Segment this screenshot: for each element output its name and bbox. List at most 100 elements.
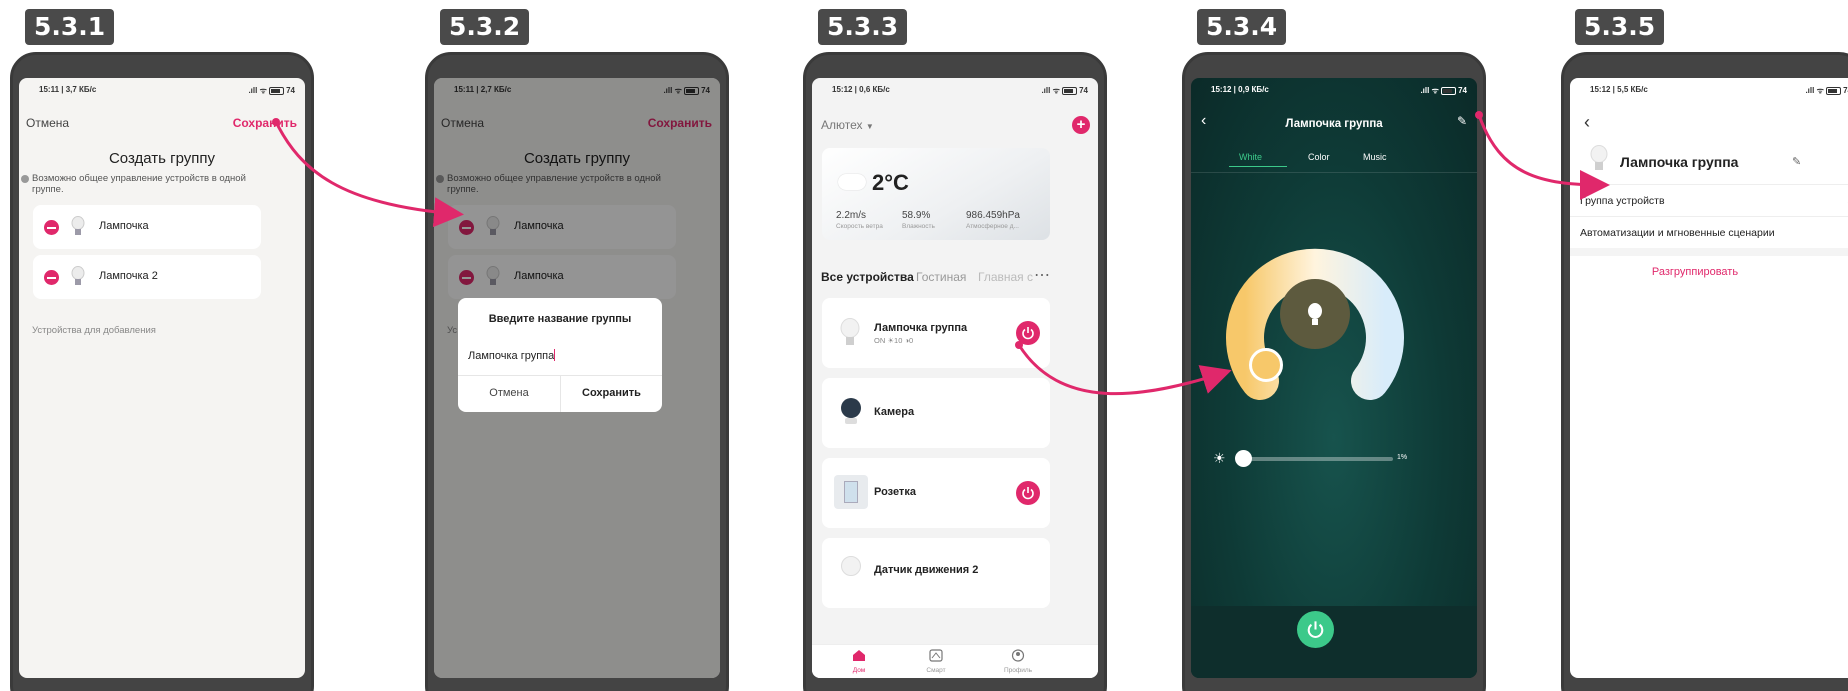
- tab-white[interactable]: White: [1239, 152, 1262, 162]
- humidity-label: Влажность: [902, 223, 935, 230]
- row-automation[interactable]: Автоматизации и мгновенные сценарии ›: [1570, 216, 1848, 248]
- step-badge-1: 5.3.1: [25, 9, 115, 45]
- device-name: Лампочка группа: [874, 322, 968, 334]
- tab-main[interactable]: Главная с: [978, 270, 1033, 284]
- motion-sensor-icon: [841, 556, 861, 576]
- device-row[interactable]: Лампочка: [33, 205, 261, 249]
- info-icon: [21, 175, 29, 183]
- step-badge-5: 5.3.5: [1575, 9, 1665, 45]
- phone-name-dialog: 15:11 | 2,7 КБ/с .ıll ᯤ 74 Отмена Сохран…: [425, 52, 729, 691]
- add-device-button[interactable]: +: [1072, 116, 1090, 134]
- tab-all-devices[interactable]: Все устройства: [821, 270, 914, 284]
- smart-icon: [929, 649, 943, 662]
- cancel-button[interactable]: Отмена: [26, 116, 69, 130]
- brightness-value: 1%: [1397, 454, 1408, 461]
- device-name: Розетка: [874, 486, 916, 498]
- page-title: Создать группу: [108, 150, 216, 167]
- battery-icon: [269, 86, 285, 95]
- chevron-down-icon: ▼: [865, 122, 874, 131]
- tab-living-room[interactable]: Гостиная: [916, 270, 966, 284]
- device-name: Камера: [874, 406, 915, 418]
- phone-lamp-control: 15:12 | 0,9 КБ/с .ıll ᯤ 74 ‹ Лампочка гр…: [1182, 52, 1486, 691]
- humidity-value: 58.9%: [902, 210, 931, 221]
- phone-group-settings: 15:12 | 5,5 КБ/с .ıll ᯤ 74 ‹ Лампочка гр…: [1561, 52, 1848, 691]
- power-button[interactable]: [1016, 481, 1040, 505]
- bulb-icon: [840, 318, 860, 345]
- edit-icon[interactable]: ✎: [1792, 155, 1801, 168]
- cloud-icon: [838, 174, 866, 190]
- camera-icon: [841, 398, 861, 418]
- device-status: ON ☀10 ◑0: [874, 336, 914, 345]
- socket-icon: [834, 475, 868, 509]
- back-icon[interactable]: ‹: [1584, 112, 1590, 133]
- device-card-group[interactable]: Лампочка группа ON ☀10 ◑0: [822, 298, 1050, 368]
- device-name: Датчик движения 2: [874, 564, 979, 576]
- temperature: 2°C: [872, 170, 909, 195]
- save-button[interactable]: Сохранить: [233, 116, 297, 130]
- nav-profile[interactable]: Профиль: [998, 649, 1038, 674]
- ungroup-button[interactable]: Разгруппировать: [1570, 266, 1820, 278]
- dialog-title: Введите название группы: [488, 313, 632, 325]
- screen-lamp-control: 15:12 | 0,9 КБ/с .ıll ᯤ 74 ‹ Лампочка гр…: [1191, 78, 1477, 678]
- bulb-icon: [1590, 145, 1608, 170]
- more-icon[interactable]: ⋯: [1034, 265, 1050, 285]
- device-row[interactable]: Лампочка 2: [33, 255, 261, 299]
- screen-home: 15:12 | 0,6 КБ/с .ıll ᯤ 74 Алютех ▼ + 2°…: [812, 78, 1098, 678]
- step-badge-4: 5.3.4: [1197, 9, 1287, 45]
- status-bar: 15:12 | 0,6 КБ/с .ıll ᯤ 74: [832, 85, 1088, 95]
- device-name: Лампочка 2: [99, 270, 158, 282]
- step-badge-2: 5.3.2: [440, 9, 530, 45]
- row-device-group[interactable]: Группа устройств 2 ›: [1570, 184, 1848, 216]
- remove-icon[interactable]: [44, 220, 59, 235]
- bottom-bar: [1191, 606, 1477, 678]
- bottom-nav: Дом Смарт Профиль: [812, 644, 1098, 678]
- weather-card: 2°C 2.2m/s Скорость ветра 58.9% Влажност…: [822, 148, 1050, 240]
- wind-label: Скорость ветра: [836, 223, 883, 230]
- phone-home: 15:12 | 0,6 КБ/с .ıll ᯤ 74 Алютех ▼ + 2°…: [803, 52, 1107, 691]
- home-selector[interactable]: Алютех ▼: [821, 118, 874, 132]
- brightness-slider[interactable]: [1243, 457, 1393, 461]
- screen-name-dialog: 15:11 | 2,7 КБ/с .ıll ᯤ 74 Отмена Сохран…: [434, 78, 720, 678]
- status-bar: 15:12 | 0,9 КБ/с .ıll ᯤ 74: [1211, 85, 1467, 95]
- section-header: Устройства для добавления: [32, 325, 156, 336]
- tab-indicator: [1229, 166, 1287, 167]
- pressure-label: Атмосферное д...: [966, 223, 1019, 230]
- slider-handle[interactable]: [1235, 450, 1252, 467]
- screen-group-settings: 15:12 | 5,5 КБ/с .ıll ᯤ 74 ‹ Лампочка гр…: [1570, 78, 1848, 678]
- step-badge-3: 5.3.3: [818, 9, 908, 45]
- hint-text: Возможно общее управление устройств в од…: [32, 173, 246, 195]
- bulb-icon: [1308, 303, 1322, 325]
- bulb-icon: [71, 266, 85, 285]
- status-bar: 15:12 | 5,5 КБ/с .ıll ᯤ 74: [1590, 85, 1848, 95]
- screen-create-group: 15:11 | 3,7 КБ/с .ıll ᯤ 74 Отмена Сохран…: [19, 78, 305, 678]
- main-power-button[interactable]: [1297, 611, 1334, 648]
- remove-icon[interactable]: [44, 270, 59, 285]
- edit-icon[interactable]: ✎: [1457, 114, 1467, 128]
- phone-create-group: 15:11 | 3,7 КБ/с .ıll ᯤ 74 Отмена Сохран…: [10, 52, 314, 691]
- pressure-value: 986.459hPa: [966, 210, 1020, 221]
- brightness-icon: ☀: [1213, 450, 1226, 466]
- tab-music[interactable]: Music: [1363, 152, 1387, 162]
- battery-icon: [1441, 86, 1457, 95]
- device-card-motion[interactable]: Датчик движения 2: [822, 538, 1050, 608]
- nav-home[interactable]: Дом: [839, 649, 879, 674]
- tab-color[interactable]: Color: [1308, 152, 1330, 162]
- power-button[interactable]: [1016, 321, 1040, 345]
- device-card-socket[interactable]: Розетка: [822, 458, 1050, 528]
- dialog-cancel-button[interactable]: Отмена: [458, 387, 560, 399]
- battery-icon: [1062, 86, 1078, 95]
- bulb-icon: [71, 216, 85, 235]
- name-dialog: Введите название группы Лампочка группа …: [458, 298, 662, 412]
- group-name-input[interactable]: Лампочка группа: [468, 346, 652, 364]
- status-bar: 15:11 | 3,7 КБ/с .ıll ᯤ 74: [39, 85, 295, 95]
- device-card-camera[interactable]: Камера: [822, 378, 1050, 448]
- dialog-save-button[interactable]: Сохранить: [561, 387, 662, 399]
- nav-smart[interactable]: Смарт: [916, 649, 956, 674]
- profile-icon: [1011, 649, 1025, 662]
- tutorial-canvas: 5.3.1 5.3.2 5.3.3 5.3.4 5.3.5 15:11 | 3,…: [0, 0, 1848, 691]
- home-icon: [853, 650, 865, 661]
- battery-icon: [1826, 86, 1842, 95]
- page-title: Лампочка группа: [1285, 118, 1383, 130]
- wheel-handle[interactable]: [1249, 348, 1283, 382]
- wind-value: 2.2m/s: [836, 210, 867, 221]
